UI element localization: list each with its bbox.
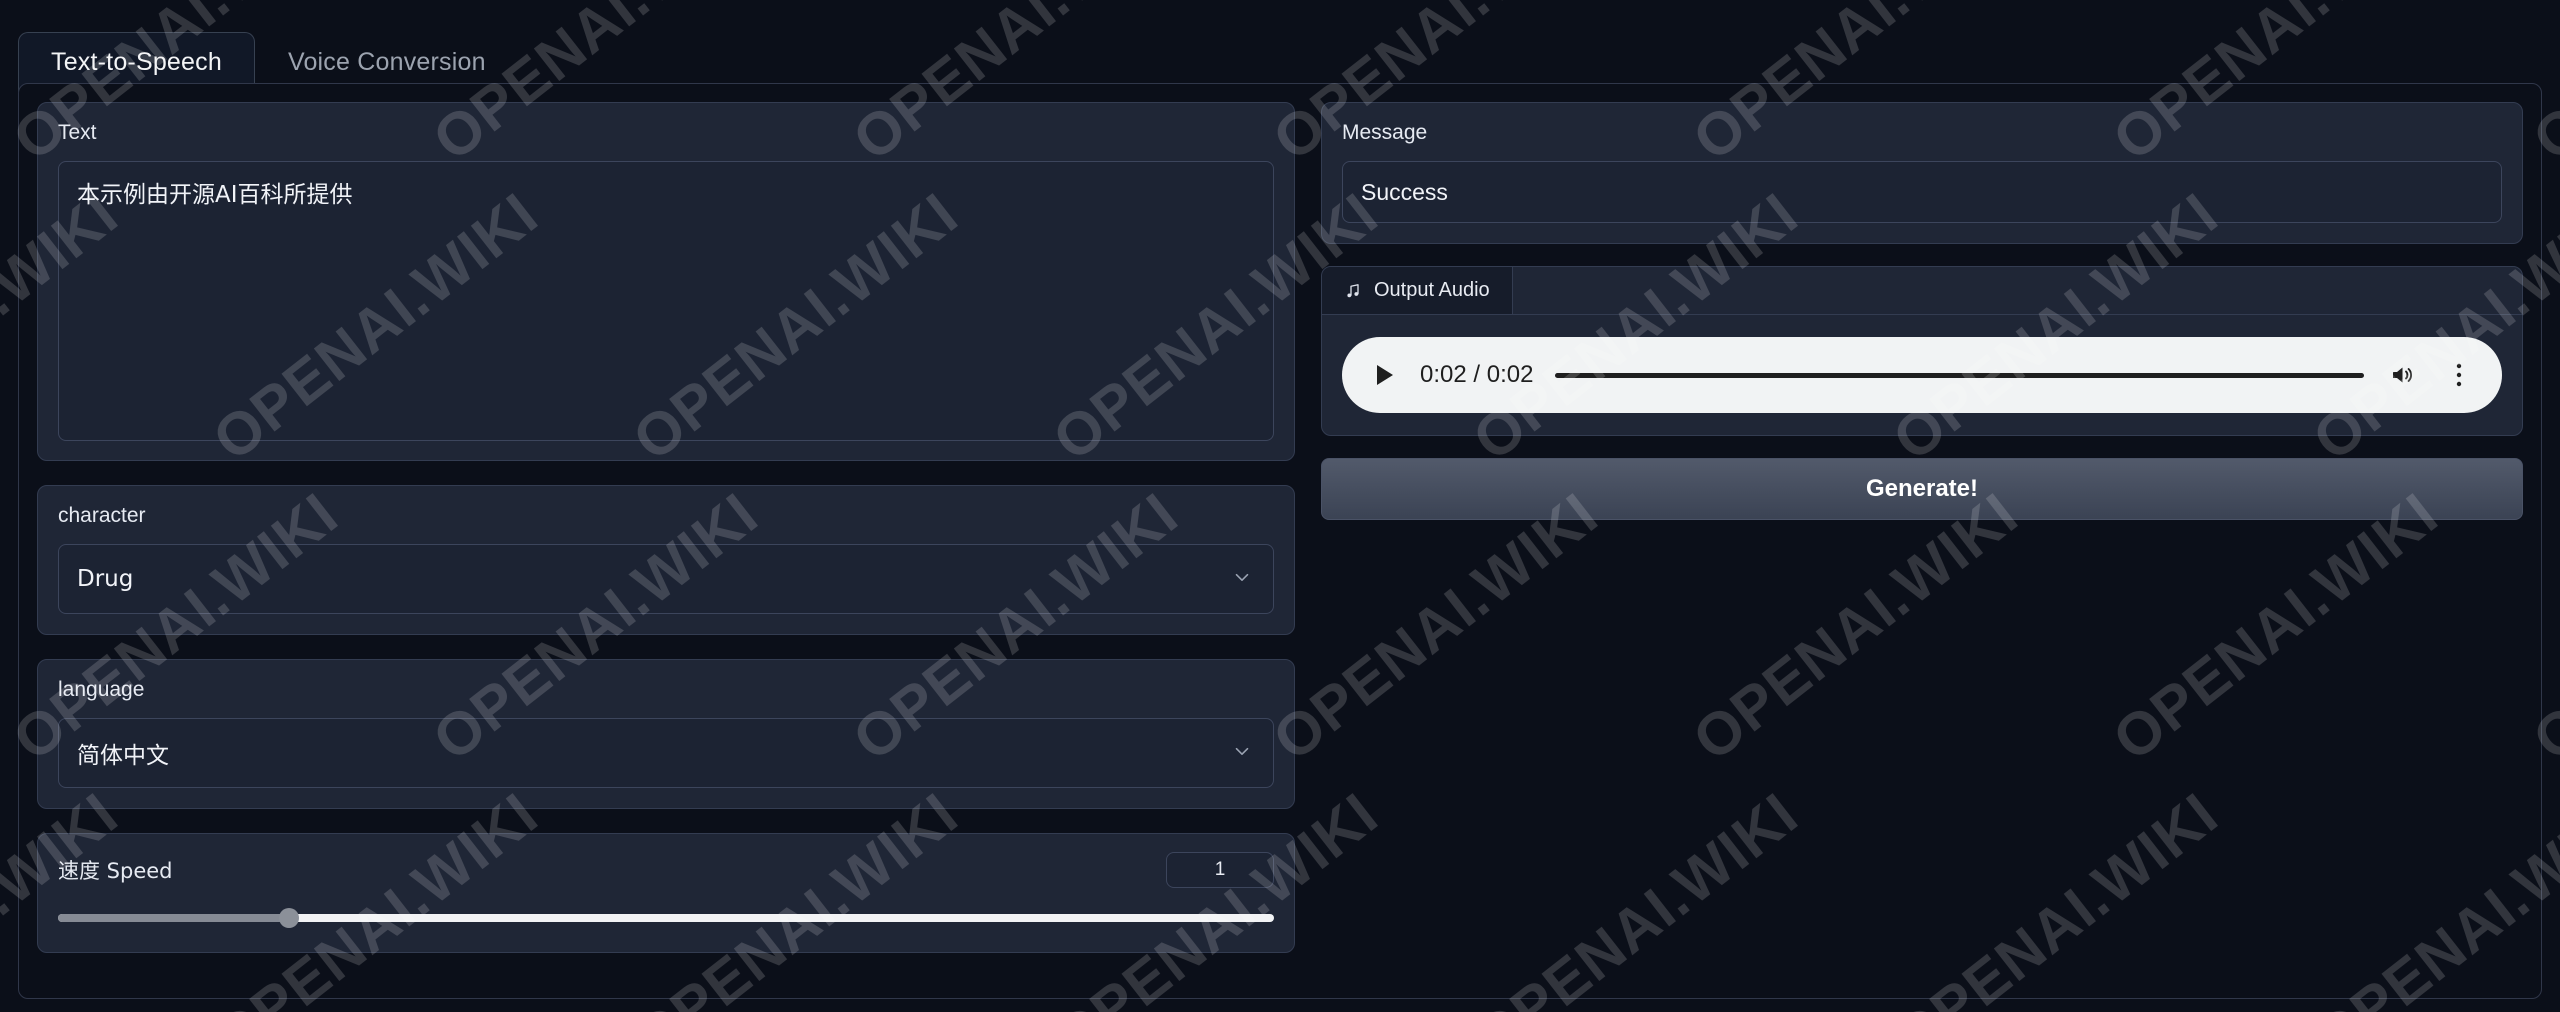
character-dropdown[interactable]: Drug: [58, 544, 1274, 614]
app-root: Text-to-Speech Voice Conversion Text cha…: [0, 0, 2560, 1012]
message-field: Success: [1342, 161, 2502, 223]
character-label: character: [58, 504, 146, 527]
text-block: Text: [37, 102, 1295, 461]
speed-slider-thumb[interactable]: [279, 908, 300, 928]
language-block: language 简体中文: [37, 659, 1295, 809]
message-value: Success: [1361, 178, 1448, 205]
audio-time: 0:02 / 0:02: [1420, 361, 1534, 388]
tab-bar: Text-to-Speech Voice Conversion: [0, 0, 2560, 92]
output-audio-tabrow: Output Audio: [1322, 267, 2522, 315]
tab-text-to-speech-label: Text-to-Speech: [51, 48, 222, 76]
output-audio-block: Output Audio 0:02 / 0:02: [1321, 266, 2523, 436]
audio-player: 0:02 / 0:02: [1342, 337, 2502, 413]
chevron-down-icon: [1233, 568, 1251, 586]
speed-value: 1: [1214, 859, 1226, 880]
tab-output-audio-label: Output Audio: [1374, 279, 1490, 301]
volume-icon[interactable]: [2386, 358, 2420, 392]
kebab-menu-icon[interactable]: [2442, 358, 2476, 392]
main-panel: Text character Drug language: [18, 83, 2542, 999]
speed-slider[interactable]: [58, 908, 1274, 928]
speed-label: 速度 Speed: [58, 859, 173, 883]
text-label: Text: [58, 121, 97, 144]
generate-button-label: Generate!: [1865, 475, 1979, 502]
audio-progress-fill: [1555, 372, 2364, 378]
right-column: Message Success Output Audio 0:02 / 0:02…: [1321, 102, 2523, 980]
text-input[interactable]: [58, 161, 1274, 441]
music-note-icon: [1344, 282, 1362, 300]
message-label: Message: [1342, 121, 1428, 144]
audio-progress-bar[interactable]: [1555, 372, 2364, 378]
speed-value-input[interactable]: 1: [1166, 852, 1274, 888]
character-value: Drug: [77, 566, 134, 592]
tab-voice-conversion-label: Voice Conversion: [287, 48, 486, 76]
generate-button[interactable]: Generate!: [1321, 458, 2523, 520]
play-icon[interactable]: [1372, 362, 1398, 388]
language-dropdown[interactable]: 简体中文: [58, 718, 1274, 788]
chevron-down-icon: [1233, 742, 1251, 760]
character-block: character Drug: [37, 485, 1295, 635]
speed-slider-fill: [58, 914, 290, 922]
speed-header: 速度 Speed 1: [58, 852, 1274, 888]
language-label: language: [58, 678, 145, 701]
speed-block: 速度 Speed 1: [37, 833, 1295, 953]
language-value: 简体中文: [77, 743, 169, 769]
left-column: Text character Drug language: [37, 102, 1295, 980]
message-block: Message Success: [1321, 102, 2523, 244]
tab-output-audio[interactable]: Output Audio: [1322, 267, 1513, 314]
